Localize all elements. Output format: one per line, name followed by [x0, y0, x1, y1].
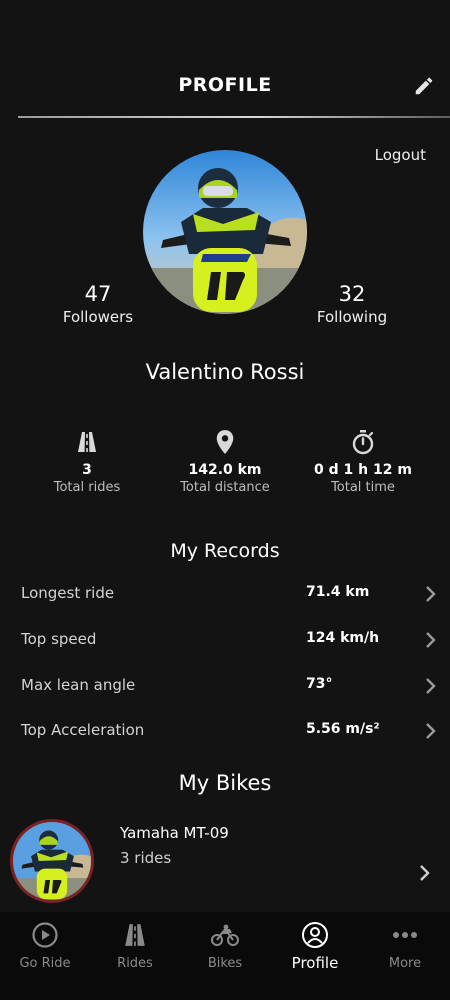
nav-label: More	[388, 956, 422, 971]
bike-thumbnail	[10, 819, 94, 903]
record-label: Top speed	[21, 630, 97, 648]
nav-bikes[interactable]: Bikes	[180, 920, 270, 971]
user-circle-icon	[302, 922, 328, 948]
total-time-value: 0 d 1 h 12 m	[314, 462, 412, 478]
record-value: 73°	[306, 676, 333, 692]
total-rides-value: 3	[82, 462, 92, 478]
avatar[interactable]	[143, 150, 307, 314]
motorcycle-icon	[211, 924, 239, 946]
followers-label: Followers	[62, 308, 134, 326]
following-count: 32	[338, 282, 366, 306]
record-label: Top Acceleration	[21, 721, 145, 739]
summary-total-time: 0 d 1 h 12 m Total time	[288, 428, 438, 495]
nav-label: Rides	[117, 956, 153, 971]
record-value: 5.56 m/s²	[306, 721, 380, 737]
nav-label: Bikes	[207, 956, 243, 971]
chevron-right-icon	[426, 632, 436, 648]
nav-go-ride[interactable]: Go Ride	[0, 920, 90, 971]
total-distance-value: 142.0 km	[188, 462, 262, 478]
road-icon	[125, 924, 145, 946]
my-bikes-heading: My Bikes	[178, 771, 272, 795]
record-value: 124 km/h	[306, 630, 380, 646]
record-label: Max lean angle	[21, 676, 136, 694]
chevron-right-icon	[420, 865, 430, 881]
header-divider	[18, 116, 450, 118]
following-label: Following	[316, 308, 388, 326]
followers-stat[interactable]: 47 Followers	[38, 282, 158, 326]
edit-profile-button[interactable]	[410, 72, 438, 100]
nav-more[interactable]: More	[360, 920, 450, 971]
page-title: PROFILE	[178, 74, 272, 96]
chevron-right-icon	[426, 678, 436, 694]
bike-card[interactable]: Yamaha MT-09 3 rides	[0, 812, 450, 912]
header: PROFILE	[0, 0, 450, 118]
record-row-longest-ride[interactable]: Longest ride 71.4 km	[0, 580, 450, 610]
record-row-max-lean-angle[interactable]: Max lean angle 73°	[0, 672, 450, 702]
summary-total-rides: 3 Total rides	[12, 428, 162, 495]
chevron-right-icon	[426, 723, 436, 739]
following-stat[interactable]: 32 Following	[292, 282, 412, 326]
record-label: Longest ride	[21, 584, 115, 602]
followers-count: 47	[84, 282, 112, 306]
more-dots-icon	[393, 932, 417, 938]
profile-screen: PROFILE Logout 47 Followers 32 Following…	[0, 0, 450, 1000]
pencil-icon	[415, 77, 433, 95]
nav-profile[interactable]: Profile	[270, 920, 360, 972]
bottom-nav: Go Ride Rides Bikes Profile More	[0, 912, 450, 1000]
nav-rides[interactable]: Rides	[90, 920, 180, 971]
nav-label: Profile	[291, 954, 339, 972]
play-circle-icon	[32, 922, 58, 948]
chevron-right-icon	[426, 586, 436, 602]
logout-link[interactable]: Logout	[375, 146, 426, 164]
summary-total-distance: 142.0 km Total distance	[150, 428, 300, 495]
record-row-top-speed[interactable]: Top speed 124 km/h	[0, 626, 450, 656]
stopwatch-icon	[352, 430, 374, 455]
total-time-label: Total time	[331, 480, 395, 495]
total-distance-label: Total distance	[180, 480, 270, 495]
bike-name: Yamaha MT-09	[120, 824, 229, 842]
user-name: Valentino Rossi	[145, 360, 305, 384]
record-row-top-acceleration[interactable]: Top Acceleration 5.56 m/s²	[0, 717, 450, 747]
record-value: 71.4 km	[306, 584, 370, 600]
road-icon	[78, 432, 96, 452]
my-records-heading: My Records	[170, 540, 280, 562]
bike-rides-count: 3 rides	[120, 849, 172, 867]
nav-label: Go Ride	[19, 956, 71, 971]
location-pin-icon	[216, 430, 234, 454]
total-rides-label: Total rides	[53, 480, 121, 495]
